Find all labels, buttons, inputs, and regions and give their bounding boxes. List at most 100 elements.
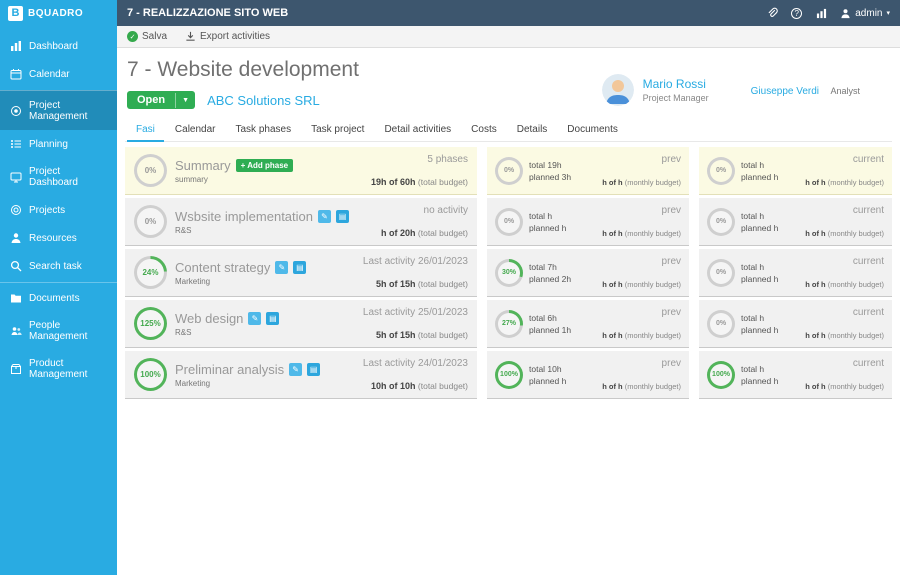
tab-fasi[interactable]: Fasi xyxy=(127,120,164,142)
current-progress-ring: 0% xyxy=(707,309,735,338)
phase-main-panel[interactable]: 100% Preliminar analysis ✎ ▤ Marketing L… xyxy=(125,351,477,399)
phase-activity: Last activity 25/01/2023 xyxy=(362,307,468,318)
phase-prev-panel: 27% total 6h planned 1h prev h of h (mon… xyxy=(487,300,689,348)
current-progress-ring: 100% xyxy=(707,360,735,389)
save-button[interactable]: ✓ Salva xyxy=(127,31,167,42)
phase-name[interactable]: Web design xyxy=(175,311,243,326)
calendar-icon xyxy=(10,69,22,80)
monthly-budget: h of h (monthly budget) xyxy=(602,178,681,187)
sidebar-item-documents[interactable]: Documents xyxy=(0,282,117,312)
sidebar-item-resources[interactable]: Resources xyxy=(0,224,117,252)
circles-icon xyxy=(11,205,21,215)
topbar: B BQUADRO 7 - REALIZZAZIONE SITO WEB ? a… xyxy=(0,0,900,26)
tab-details[interactable]: Details xyxy=(508,120,557,141)
phase-current-panel: 0% total h planned h current h of h (mon… xyxy=(699,249,892,297)
phase-budget: 19h of 60h (total budget) xyxy=(371,177,468,187)
phase-progress-ring: 0% xyxy=(134,205,167,238)
period-label: current xyxy=(852,358,884,369)
tab-task-project[interactable]: Task project xyxy=(302,120,373,141)
phase-subtitle: summary xyxy=(175,174,208,184)
period-label: current xyxy=(852,154,884,165)
logo-text: BQUADRO xyxy=(28,7,84,19)
export-activities-button[interactable]: Export activities xyxy=(185,31,270,42)
monthly-budget: h of h (monthly budget) xyxy=(602,382,681,391)
sidebar-item-people-management[interactable]: People Management xyxy=(0,312,117,350)
attachment-icon[interactable] xyxy=(766,7,779,19)
sidebar-item-planning[interactable]: Planning xyxy=(0,130,117,158)
folder-icon xyxy=(11,294,21,303)
phase-name[interactable]: Wsbsite implementation xyxy=(175,209,313,224)
phase-name[interactable]: Content strategy xyxy=(175,260,270,275)
edit-phase-icon[interactable]: ✎ xyxy=(318,209,331,223)
tab-detail-activities[interactable]: Detail activities xyxy=(375,120,460,141)
username: admin xyxy=(855,7,883,19)
prev-total: total 7h xyxy=(529,261,557,272)
edit-phase-icon[interactable]: ✎ xyxy=(248,311,262,325)
edit-phase-icon[interactable]: ✎ xyxy=(275,260,289,274)
sidebar-item-projects[interactable]: Projects xyxy=(0,196,117,224)
current-progress-ring: 0% xyxy=(707,156,735,185)
phase-subtitle: Marketing xyxy=(175,378,211,388)
prev-progress-ring: 0% xyxy=(495,207,523,236)
period-label: prev xyxy=(661,358,681,369)
project-manager-role: Project Manager xyxy=(642,93,709,103)
target-icon xyxy=(11,106,21,116)
analyst-role: Analyst xyxy=(830,86,860,96)
monthly-budget: h of h (monthly budget) xyxy=(602,280,681,289)
app-logo[interactable]: B BQUADRO xyxy=(0,0,117,26)
phase-budget: h of 20h (total budget) xyxy=(381,228,468,238)
phase-progress-ring: 125% xyxy=(134,307,167,340)
sidebar-item-project-dashboard[interactable]: Project Dashboard xyxy=(0,158,117,196)
phase-card-icon[interactable]: ▤ xyxy=(307,362,321,376)
monitor-icon xyxy=(10,172,22,183)
prev-planned: planned 3h xyxy=(529,171,572,182)
tab-costs[interactable]: Costs xyxy=(462,120,506,141)
customer-link[interactable]: ABC Solutions SRL xyxy=(207,93,320,108)
sidebar-item-project-management[interactable]: Project Management xyxy=(0,90,117,130)
prev-total: total 10h xyxy=(529,363,562,374)
prev-progress-ring: 27% xyxy=(495,309,523,338)
tab-documents[interactable]: Documents xyxy=(558,120,627,141)
analyst-name[interactable]: Giuseppe Verdi xyxy=(751,86,819,97)
phase-main-panel[interactable]: 0% Wsbsite implementation ✎ ▤ R&S no act… xyxy=(125,198,477,246)
phase-activity: Last activity 26/01/2023 xyxy=(362,256,468,267)
user-menu[interactable]: admin ▾ xyxy=(840,8,890,19)
add-phase-button[interactable]: + Add phase xyxy=(235,158,294,172)
sidebar: Dashboard Calendar Project Management Pl… xyxy=(0,26,117,575)
phase-current-panel: 0% total h planned h current h of h (mon… xyxy=(699,198,892,246)
monthly-budget: h of h (monthly budget) xyxy=(805,178,884,187)
tab-bar: Fasi Calendar Task phases Task project D… xyxy=(125,120,892,142)
sidebar-item-search-task[interactable]: Search task xyxy=(0,252,117,280)
period-label: prev xyxy=(661,154,681,165)
phase-current-panel: 100% total h planned h current h of h (m… xyxy=(699,351,892,399)
tab-calendar[interactable]: Calendar xyxy=(166,120,225,141)
period-label: current xyxy=(852,205,884,216)
edit-phase-icon[interactable]: ✎ xyxy=(289,362,303,376)
phase-row-summary: 0% Summary + Add phase summary 5 phases … xyxy=(125,147,892,195)
phase-card-icon[interactable]: ▤ xyxy=(266,311,280,325)
phase-activity: no activity xyxy=(423,205,468,216)
stats-icon[interactable] xyxy=(815,7,827,19)
status-open-button[interactable]: Open ▼ xyxy=(127,91,196,109)
help-icon[interactable]: ? xyxy=(791,7,803,19)
monthly-budget: h of h (monthly budget) xyxy=(805,229,884,238)
phase-list: 0% Summary + Add phase summary 5 phases … xyxy=(125,147,892,399)
phase-name[interactable]: Summary xyxy=(175,158,231,173)
phase-main-panel[interactable]: 125% Web design ✎ ▤ R&S Last activity 25… xyxy=(125,300,477,348)
phase-card-icon[interactable]: ▤ xyxy=(293,260,307,274)
monthly-budget: h of h (monthly budget) xyxy=(602,229,681,238)
sidebar-item-product-management[interactable]: Product Management xyxy=(0,350,117,388)
phase-card-icon[interactable]: ▤ xyxy=(336,209,349,223)
current-progress-ring: 0% xyxy=(707,258,735,287)
phase-main-panel[interactable]: 24% Content strategy ✎ ▤ Marketing Last … xyxy=(125,249,477,297)
phase-name[interactable]: Preliminar analysis xyxy=(175,362,284,377)
prev-total: total h xyxy=(529,210,553,221)
phase-subtitle: Marketing xyxy=(175,276,211,286)
sidebar-item-dashboard[interactable]: Dashboard xyxy=(0,32,117,60)
chevron-down-icon[interactable]: ▼ xyxy=(175,92,195,108)
sidebar-item-calendar[interactable]: Calendar xyxy=(0,60,117,88)
project-manager-name[interactable]: Mario Rossi xyxy=(643,77,709,91)
phase-main-panel[interactable]: 0% Summary + Add phase summary 5 phases … xyxy=(125,147,477,195)
tab-task-phases[interactable]: Task phases xyxy=(227,120,301,141)
current-total: total h xyxy=(741,159,765,170)
